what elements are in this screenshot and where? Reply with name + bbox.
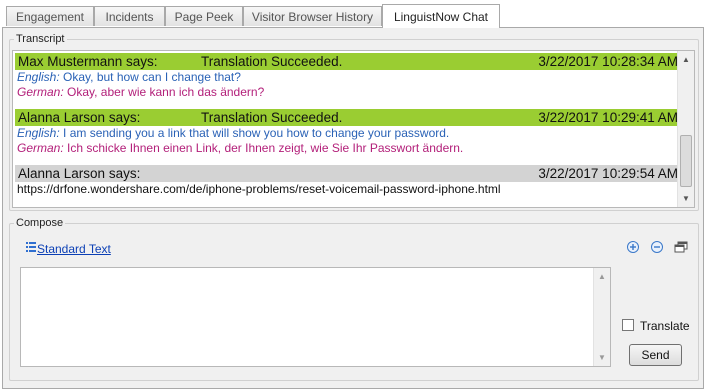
- german-text: Okay, aber wie kann ich das ändern?: [63, 85, 265, 99]
- translation-status: Translation Succeeded.: [201, 110, 343, 125]
- message-input[interactable]: [21, 268, 594, 366]
- standard-text-link[interactable]: Standard Text: [37, 242, 111, 256]
- scroll-up-arrow-icon[interactable]: ▲: [678, 51, 694, 68]
- english-label: English:: [17, 70, 60, 84]
- scroll-up-arrow-icon[interactable]: ▲: [594, 268, 610, 285]
- message-header: Alanna Larson says: Translation Succeede…: [15, 109, 678, 126]
- tab-engagement[interactable]: Engagement: [6, 6, 94, 26]
- english-line: English: I am sending you a link that wi…: [17, 126, 449, 140]
- message-text[interactable]: https://drfone.wondershare.com/de/iphone…: [17, 182, 501, 196]
- message-timestamp: 3/22/2017 10:29:41 AM: [538, 110, 678, 125]
- english-text: Okay, but how can I change that?: [59, 70, 241, 84]
- transcript-scrollbar[interactable]: ▲ ▼: [677, 51, 694, 207]
- german-label: German:: [17, 85, 64, 99]
- message-timestamp: 3/22/2017 10:28:34 AM: [538, 54, 678, 69]
- message-timestamp: 3/22/2017 10:29:54 AM: [538, 166, 678, 181]
- transcript-legend: Transcript: [16, 33, 65, 45]
- transcript-view[interactable]: Max Mustermann says: Translation Succeed…: [12, 50, 695, 208]
- window-popout-icon[interactable]: [674, 240, 688, 254]
- zoom-out-icon[interactable]: [650, 240, 664, 254]
- tab-visitor-browser-history[interactable]: Visitor Browser History: [243, 6, 382, 26]
- english-line: English: Okay, but how can I change that…: [17, 70, 241, 84]
- tab-linguistnow-chat[interactable]: LinguistNow Chat: [382, 4, 500, 28]
- scroll-down-arrow-icon[interactable]: ▼: [678, 190, 694, 207]
- message-sender: Max Mustermann says:: [18, 54, 158, 69]
- message-sender: Alanna Larson says:: [18, 110, 141, 125]
- scroll-down-arrow-icon[interactable]: ▼: [594, 349, 610, 366]
- tab-incidents[interactable]: Incidents: [94, 6, 165, 26]
- scroll-thumb[interactable]: [680, 135, 692, 187]
- message-header: Max Mustermann says: Translation Succeed…: [15, 53, 678, 70]
- tab-page-peek[interactable]: Page Peek: [165, 6, 243, 26]
- translate-checkbox[interactable]: [622, 319, 634, 331]
- english-label: English:: [17, 126, 60, 140]
- german-line: German: Okay, aber wie kann ich das ände…: [17, 85, 264, 99]
- german-text: Ich schicke Ihnen einen Link, der Ihnen …: [63, 141, 464, 155]
- german-label: German:: [17, 141, 64, 155]
- translation-status: Translation Succeeded.: [201, 54, 343, 69]
- tab-strip: Engagement Incidents Page Peek Visitor B…: [0, 0, 708, 28]
- compose-input-area: ▲ ▼: [20, 267, 611, 367]
- message-sender: Alanna Larson says:: [18, 166, 141, 181]
- english-text: I am sending you a link that will show y…: [59, 126, 450, 140]
- compose-scrollbar[interactable]: ▲ ▼: [593, 268, 610, 366]
- translate-label[interactable]: Translate: [640, 319, 690, 333]
- list-icon[interactable]: [26, 241, 36, 253]
- compose-legend: Compose: [16, 217, 64, 229]
- message-header: Alanna Larson says: 3/22/2017 10:29:54 A…: [15, 165, 678, 182]
- send-button[interactable]: Send: [629, 344, 682, 366]
- german-line: German: Ich schicke Ihnen einen Link, de…: [17, 141, 463, 155]
- zoom-in-icon[interactable]: [626, 240, 640, 254]
